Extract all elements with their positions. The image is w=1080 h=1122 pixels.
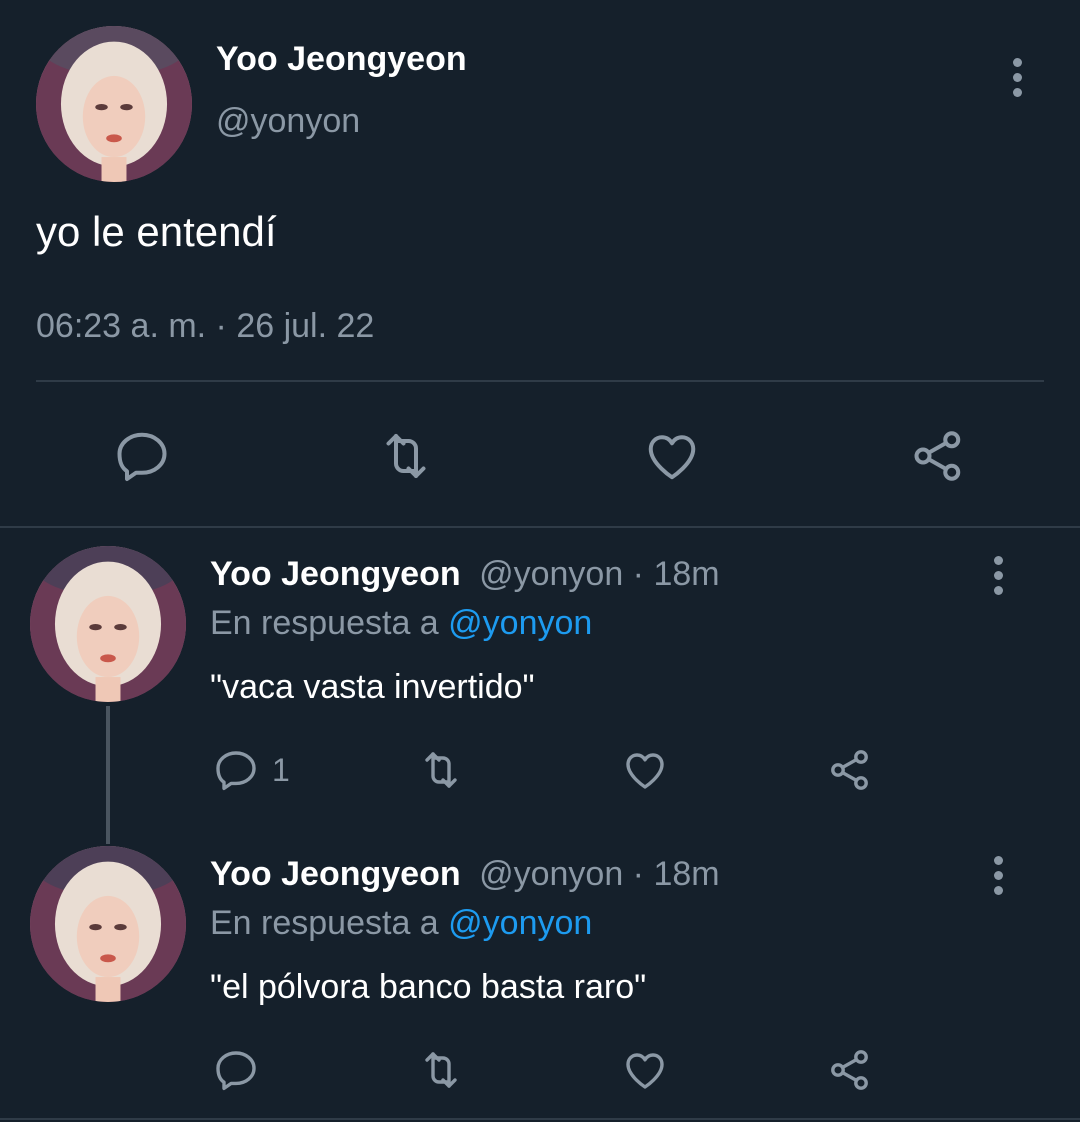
reply-author-name[interactable]: Yoo Jeongyeon xyxy=(210,855,461,893)
reply-author-name[interactable]: Yoo Jeongyeon xyxy=(210,555,461,593)
main-tweet-handle[interactable]: @yonyon xyxy=(216,102,360,141)
reply-icon[interactable] xyxy=(212,1046,260,1094)
like-icon[interactable] xyxy=(620,1046,670,1094)
reply-header: Yoo Jeongyeon @yonyon · 18m xyxy=(210,855,720,894)
main-tweet-author-name[interactable]: Yoo Jeongyeon xyxy=(216,40,467,79)
avatar-portrait xyxy=(30,546,186,702)
reply-context: En respuesta a @yonyon xyxy=(210,904,592,943)
reply-text: "el pólvora banco basta raro" xyxy=(210,968,647,1006)
share-icon[interactable] xyxy=(826,1046,874,1094)
more-options-icon[interactable] xyxy=(991,556,1005,595)
reply-prefix: En respuesta a xyxy=(210,904,439,942)
divider xyxy=(36,380,1044,382)
reply-to-link[interactable]: @yonyon xyxy=(448,604,592,642)
reply-header: Yoo Jeongyeon @yonyon · 18m xyxy=(210,555,720,594)
avatar-portrait xyxy=(36,26,192,182)
reply-prefix: En respuesta a xyxy=(210,604,439,642)
retweet-icon[interactable] xyxy=(376,426,436,486)
reply-text: "vaca vasta invertido" xyxy=(210,668,535,706)
reply-count: 1 xyxy=(272,752,290,788)
thread-line xyxy=(106,706,110,844)
more-options-icon[interactable] xyxy=(991,856,1005,895)
reply-to-link[interactable]: @yonyon xyxy=(448,904,592,942)
main-tweet-avatar[interactable] xyxy=(36,26,192,182)
reply-context: En respuesta a @yonyon xyxy=(210,604,592,643)
reply-handle-time[interactable]: @yonyon · 18m xyxy=(479,555,720,593)
like-icon[interactable] xyxy=(620,746,670,794)
main-tweet-text: yo le entendí xyxy=(36,208,277,255)
share-icon[interactable] xyxy=(826,746,874,794)
reply-handle-time[interactable]: @yonyon · 18m xyxy=(479,855,720,893)
main-tweet-timestamp[interactable]: 06:23 a. m. · 26 jul. 22 xyxy=(36,307,374,346)
like-icon[interactable] xyxy=(642,426,702,486)
more-options-icon[interactable] xyxy=(1010,58,1024,97)
retweet-icon[interactable] xyxy=(414,1046,468,1094)
reply-avatar[interactable] xyxy=(30,546,186,702)
retweet-icon[interactable] xyxy=(414,746,468,794)
share-icon[interactable] xyxy=(908,426,968,486)
avatar-portrait xyxy=(30,846,186,1002)
reply-avatar[interactable] xyxy=(30,846,186,1002)
reply-icon[interactable] xyxy=(212,746,260,794)
bottom-divider xyxy=(0,1118,1080,1120)
reply-icon[interactable] xyxy=(112,426,172,486)
section-divider xyxy=(0,526,1080,528)
